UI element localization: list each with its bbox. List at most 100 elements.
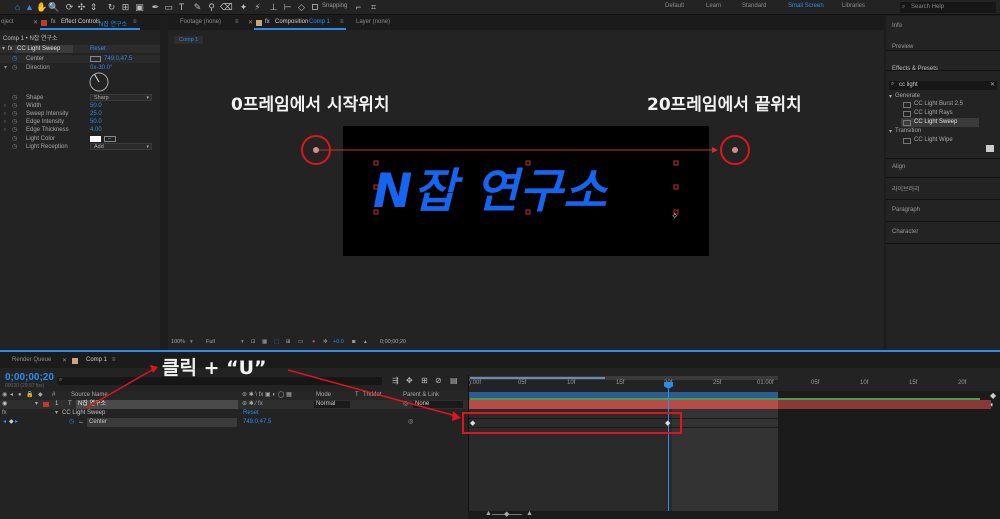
property-edge-intensity[interactable]: › ◷ Edge Intensity 50.0 — [0, 118, 160, 126]
timeline-timecode[interactable]: 0;00;00;20 — [5, 372, 54, 383]
col-trkmat[interactable]: TrkMat — [363, 391, 381, 400]
tab-layer[interactable]: Layer (none) — [356, 19, 390, 25]
info-panel-title[interactable]: Info — [892, 23, 902, 29]
selection-tool-icon[interactable]: ▲ — [24, 2, 35, 13]
align-icon-2[interactable]: ⊢ — [282, 2, 293, 13]
layer-parent-dropdown[interactable]: None — [413, 401, 463, 408]
motion-blur-icon[interactable]: ⊘ — [435, 376, 442, 385]
graph-editor-icon[interactable]: ▤ — [450, 376, 458, 385]
shape-dropdown[interactable]: Sharp — [90, 94, 152, 101]
zoom-out-icon[interactable]: ▲ — [485, 510, 492, 517]
layer-visibility-icon[interactable]: ◉ — [2, 400, 7, 409]
layer-mode-dropdown[interactable]: Normal — [314, 401, 350, 408]
comp-mini-flowchart-icon[interactable]: ⇶ — [392, 376, 399, 385]
audio-icon[interactable]: ◂ — [10, 391, 13, 400]
switches-icons[interactable]: ⊛ ✱ \ fx ▣ ◐ ◯ ▦ — [242, 391, 292, 400]
effect-item-cc-light-wipe[interactable]: CC Light Wipe — [914, 137, 953, 143]
label-icon[interactable]: ◆ — [38, 391, 43, 400]
stopwatch-icon[interactable]: ◷ — [12, 102, 17, 110]
keyframe-end[interactable]: ◆ — [665, 419, 670, 427]
layer-switches[interactable]: ⊛ ✱ ⁄ fx — [242, 400, 263, 409]
search-help-input[interactable]: ⌕ Search Help — [900, 2, 996, 13]
layer-row[interactable]: ◉ ▾ 1 T N잡 연구소 ⊛ ✱ ⁄ fx Normal ◎ None — [0, 400, 468, 409]
layer-disclosure-icon[interactable]: ▾ — [35, 400, 38, 409]
eye-icon[interactable]: ◉ — [2, 391, 7, 400]
property-value[interactable]: 749.0,47.5 — [104, 55, 132, 63]
layer-name[interactable]: N잡 연구소 — [76, 400, 238, 409]
show-snapshot-icon[interactable]: ▴ — [364, 338, 367, 347]
disclosure-triangle-icon[interactable]: ▾ — [4, 64, 7, 72]
dolly-tool-icon[interactable]: ⇕ — [88, 2, 99, 13]
eraser-tool-icon[interactable]: ⌫ — [220, 2, 233, 13]
effect-name[interactable]: CC Light Sweep — [62, 409, 105, 418]
add-keyframe-icon[interactable]: ◆ — [9, 418, 14, 427]
color-swatch[interactable] — [90, 136, 101, 142]
property-light-color[interactable]: ◷ Light Color ⌐ — [0, 135, 160, 143]
property-name[interactable]: Center — [87, 418, 237, 427]
pen-tool-icon[interactable]: ✒ — [150, 2, 161, 13]
effect-reset-button[interactable]: Reset — [243, 409, 259, 418]
transition-category[interactable]: Transition — [895, 128, 921, 134]
panel-menu-icon[interactable]: ≡ — [340, 19, 344, 25]
property-value[interactable]: 50.0 — [90, 118, 102, 126]
disclosure-triangle-icon[interactable]: › — [4, 126, 6, 134]
property-value[interactable]: 50.0 — [90, 102, 102, 110]
stopwatch-icon[interactable]: ◷ — [12, 118, 17, 126]
generate-disclosure-icon[interactable]: ▾ — [889, 93, 892, 100]
draft-3d-icon[interactable]: ✥ — [406, 376, 413, 385]
exposure-icon[interactable]: ✲ — [323, 338, 328, 347]
layer-label-color[interactable] — [43, 402, 49, 407]
layer-end-marker-icon[interactable]: ◐ — [990, 400, 995, 409]
workspace-small-screen[interactable]: Small Screen — [788, 3, 824, 9]
generate-category[interactable]: Generate — [895, 93, 920, 99]
zoom-dropdown-arrow-icon[interactable]: ▾ — [190, 338, 193, 347]
roto-brush-icon[interactable]: ⚡ — [252, 2, 263, 13]
zoom-dropdown[interactable]: 100% — [171, 338, 185, 347]
property-center[interactable]: ◷ Center 749.0,47.5 — [0, 55, 160, 63]
region-icon[interactable]: ⊡ — [251, 338, 256, 347]
resolution-dropdown[interactable]: Full — [206, 338, 215, 347]
layer-number-icon[interactable]: # — [52, 391, 55, 400]
clone-stamp-icon[interactable]: ⚲ — [206, 2, 217, 13]
timeline-zoom-handle-icon[interactable]: ◆ — [990, 391, 996, 400]
property-value[interactable]: 25.0 — [90, 110, 102, 118]
keyframe-start[interactable]: ◆ — [470, 419, 475, 427]
viewer-timecode[interactable]: 0;00;00;20 — [380, 338, 406, 347]
character-panel-title[interactable]: Character — [892, 229, 918, 235]
property-light-reception[interactable]: ◷ Light Reception Add — [0, 143, 160, 151]
next-keyframe-icon[interactable]: ▸ — [15, 418, 18, 427]
disclosure-triangle-icon[interactable]: › — [4, 110, 6, 118]
eyedropper-icon[interactable]: ⌐ — [104, 136, 116, 142]
lock-icon[interactable]: 🔒 — [26, 391, 33, 400]
guide-icon[interactable]: ⊞ — [286, 338, 291, 347]
workspace-default[interactable]: Default — [665, 3, 684, 9]
orbit-tool-icon[interactable]: ⟳ — [64, 2, 75, 13]
hand-tool-icon[interactable]: ✋ — [36, 2, 47, 13]
close-icon[interactable]: ✕ — [62, 357, 67, 364]
mask-toggle-icon[interactable]: ⬚ — [274, 338, 279, 347]
disclosure-triangle-icon[interactable]: › — [4, 102, 6, 110]
paragraph-panel-title[interactable]: Paragraph — [892, 207, 920, 213]
timeline-horizontal-scrollbar[interactable] — [468, 511, 1000, 519]
direction-dial[interactable] — [88, 71, 110, 93]
graph-icon[interactable]: ⌳ — [79, 418, 84, 427]
tab-project[interactable]: oject — [1, 19, 14, 25]
pan-behind-icon[interactable]: ▣ — [134, 2, 145, 13]
property-direction[interactable]: ▾ ◷ Direction 0x-30.0° — [0, 64, 160, 72]
solo-icon[interactable]: ● — [18, 391, 22, 400]
align-panel-title[interactable]: Align — [892, 164, 905, 170]
stopwatch-icon[interactable]: ◷ — [12, 135, 17, 143]
snapshot-icon[interactable]: ◙ — [352, 338, 355, 347]
effect-disclosure-icon[interactable]: ▾ — [55, 409, 58, 418]
parent-pickwhip-icon[interactable]: ◎ — [403, 400, 408, 409]
home-icon[interactable]: ⌂ — [12, 2, 23, 13]
property-value[interactable]: 749.0,47.5 — [243, 418, 271, 427]
effects-search-input[interactable]: ⌕ cc light ✕ — [889, 81, 997, 90]
stopwatch-icon[interactable]: ◷ — [12, 143, 17, 151]
layer-duration-bar[interactable] — [469, 400, 778, 409]
property-shape[interactable]: ◷ Shape Sharp — [0, 94, 160, 102]
col-source-name[interactable]: Source Name — [71, 391, 108, 400]
stopwatch-icon[interactable]: ◷ — [69, 418, 74, 427]
exposure-value[interactable]: +0.0 — [333, 338, 344, 347]
rectangle-tool-icon[interactable]: ▭ — [163, 2, 174, 13]
